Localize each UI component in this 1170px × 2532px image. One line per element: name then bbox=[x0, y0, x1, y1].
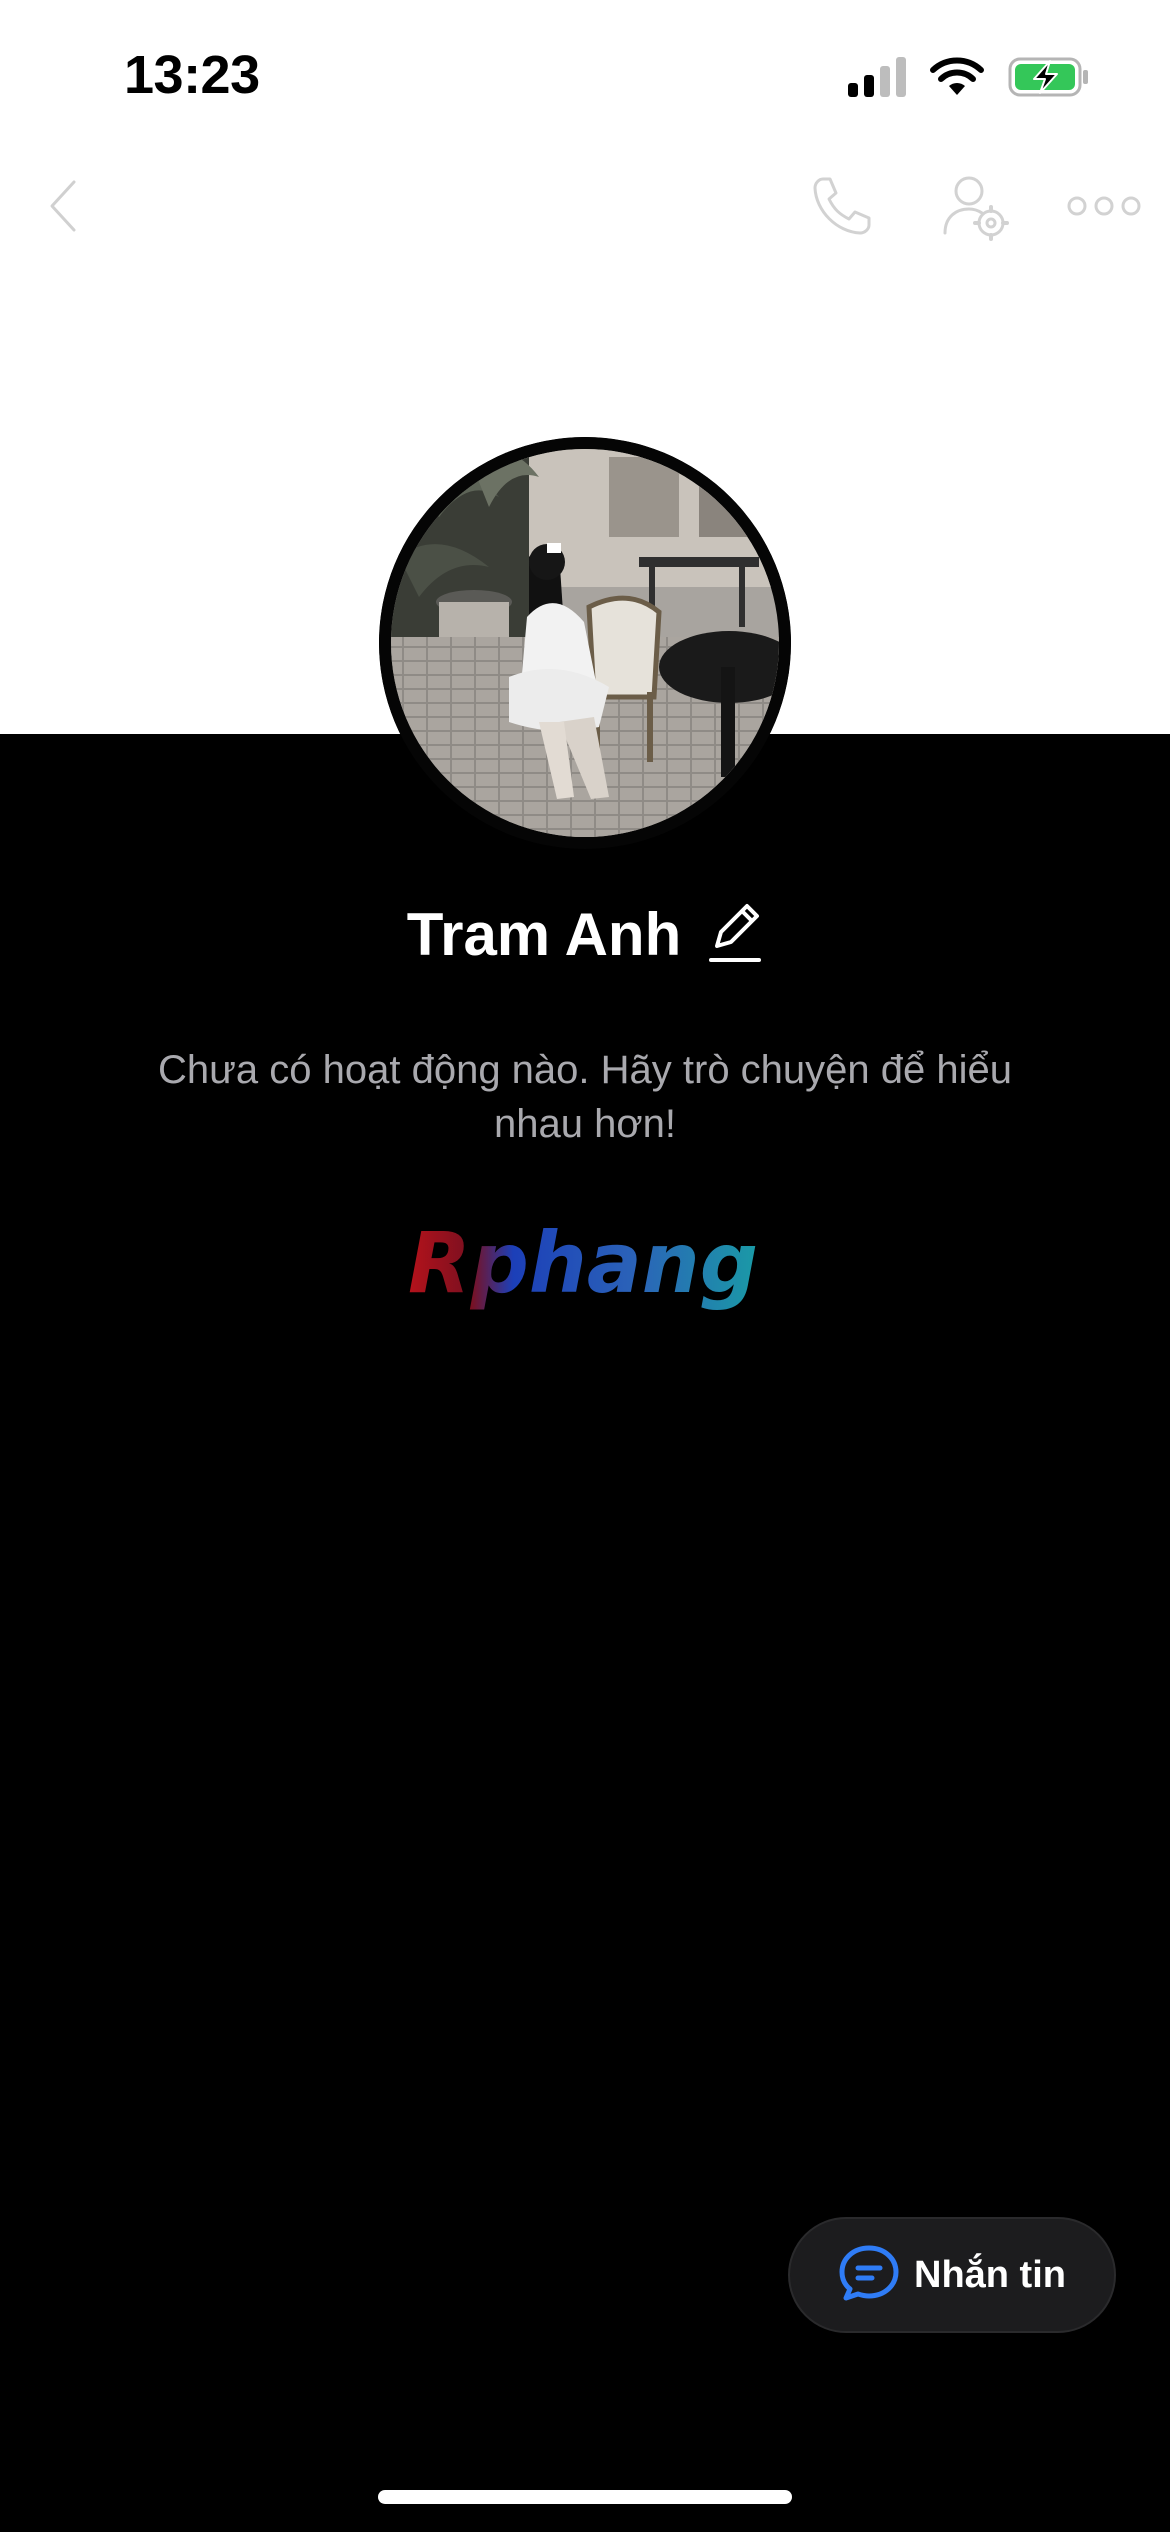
more-button[interactable] bbox=[1062, 166, 1146, 250]
cellular-signal-icon bbox=[848, 57, 906, 97]
profile-name: Tram Anh bbox=[406, 901, 682, 968]
battery-charging-icon bbox=[1008, 57, 1090, 97]
phone-icon bbox=[809, 173, 875, 244]
watermark-logo: Rphang bbox=[400, 1212, 770, 1312]
profile-settings-button[interactable] bbox=[934, 166, 1018, 250]
wifi-icon bbox=[930, 57, 984, 97]
call-button[interactable] bbox=[800, 166, 884, 250]
message-button-label: Nhắn tin bbox=[914, 2253, 1066, 2296]
message-button[interactable]: Nhắn tin bbox=[788, 2217, 1116, 2333]
empty-activity-text: Chưa có hoạt động nào. Hãy trò chuyện để… bbox=[157, 1048, 1013, 1146]
status-time: 13:23 bbox=[124, 45, 260, 105]
edit-name-button[interactable] bbox=[707, 902, 763, 968]
profile-screen: 13:23 Tram Anh Chưa có hoạt động nào. Hã… bbox=[0, 0, 1170, 2532]
profile-avatar[interactable] bbox=[379, 437, 791, 849]
svg-text:Rphang: Rphang bbox=[408, 1214, 758, 1312]
chat-bubble-icon bbox=[838, 2244, 900, 2307]
pencil-icon bbox=[707, 900, 763, 969]
more-icon bbox=[1066, 191, 1142, 226]
home-indicator[interactable] bbox=[378, 2490, 792, 2504]
back-chevron-icon bbox=[44, 176, 84, 241]
profile-name-row: Tram Anh bbox=[0, 900, 1170, 969]
back-button[interactable] bbox=[36, 168, 92, 248]
user-settings-icon bbox=[941, 171, 1011, 246]
status-icons bbox=[848, 52, 1090, 102]
